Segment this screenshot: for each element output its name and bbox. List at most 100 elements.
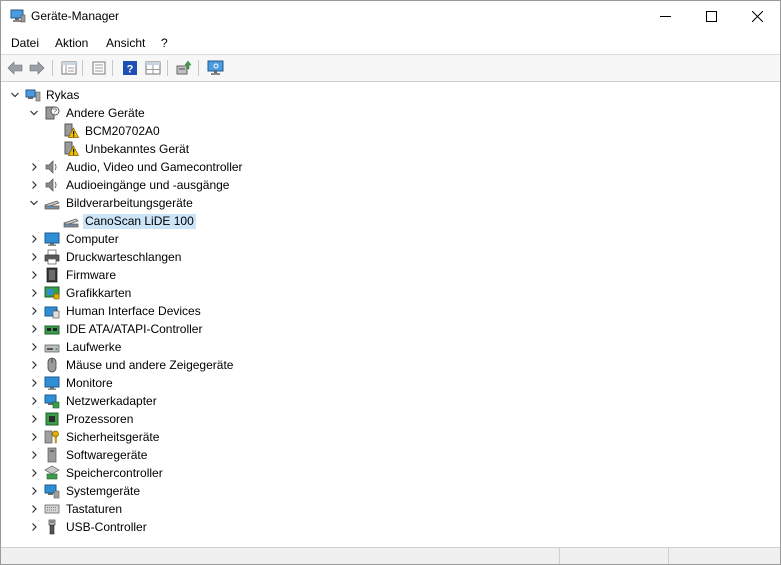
back-button[interactable] xyxy=(5,59,25,77)
chevron-right-icon[interactable] xyxy=(28,359,40,371)
update-driver-button[interactable] xyxy=(174,59,194,77)
tree-category-item[interactable]: Mäuse und andere Zeigegeräte xyxy=(2,356,779,374)
grid-view-button[interactable] xyxy=(143,59,163,77)
tree-device-item[interactable]: Unbekanntes Gerät xyxy=(2,140,779,158)
software-device-icon xyxy=(47,447,57,463)
tree-category-item[interactable]: Laufwerke xyxy=(2,338,779,356)
device-tree[interactable]: Rykas ? Andere Geräte BCM20702A0 Unbekannte… xyxy=(2,83,779,546)
scanner-icon xyxy=(63,218,79,228)
tree-category-item[interactable]: Grafikkarten xyxy=(2,284,779,302)
tree-item-label: Unbekanntes Gerät xyxy=(85,142,190,156)
menu-aktion[interactable]: Aktion xyxy=(55,36,88,50)
tree-device-item[interactable]: BCM20702A0 xyxy=(2,122,779,140)
tree-item-label: IDE ATA/ATAPI-Controller xyxy=(66,322,203,336)
chevron-right-icon[interactable] xyxy=(28,161,40,173)
tree-root[interactable]: Rykas xyxy=(2,86,779,104)
network-icon xyxy=(44,394,60,409)
forward-button[interactable] xyxy=(27,59,47,77)
drive-icon xyxy=(44,344,60,353)
window-title: Geräte-Manager xyxy=(31,9,120,23)
chevron-right-icon[interactable] xyxy=(28,413,40,425)
system-device-icon xyxy=(44,484,60,499)
warning-device-icon xyxy=(64,141,79,156)
title-bar[interactable]: Geräte-Manager xyxy=(1,1,780,32)
chevron-down-icon[interactable] xyxy=(9,89,21,101)
update-driver-icon xyxy=(176,60,192,75)
tree-category-item[interactable]: Softwaregeräte xyxy=(2,446,779,464)
chevron-right-icon[interactable] xyxy=(28,287,40,299)
menu-hilfe[interactable]: ? xyxy=(161,36,168,50)
tree-category-item[interactable]: Audioeingänge und -ausgänge xyxy=(2,176,779,194)
chevron-right-icon[interactable] xyxy=(28,323,40,335)
tree-category-item[interactable]: Computer xyxy=(2,230,779,248)
chevron-right-icon[interactable] xyxy=(28,449,40,461)
chevron-right-icon[interactable] xyxy=(28,521,40,533)
chevron-right-icon[interactable] xyxy=(28,341,40,353)
tree-category-item[interactable]: Monitore xyxy=(2,374,779,392)
chevron-right-icon[interactable] xyxy=(28,269,40,281)
svg-text:?: ? xyxy=(53,109,57,116)
maximize-button[interactable] xyxy=(688,1,734,32)
toolbar-separator xyxy=(167,60,168,76)
computer-root-icon xyxy=(25,89,41,102)
tree-category-item[interactable]: Tastaturen xyxy=(2,500,779,518)
tree-category-item[interactable]: Systemgeräte xyxy=(2,482,779,500)
tree-category-item[interactable]: IDE ATA/ATAPI-Controller xyxy=(2,320,779,338)
tree-device-item[interactable]: CanoScan LiDE 100 xyxy=(2,212,779,230)
scan-hardware-button[interactable] xyxy=(206,59,226,77)
chevron-right-icon[interactable] xyxy=(28,179,40,191)
storage-controller-icon xyxy=(44,465,60,480)
chevron-right-icon[interactable] xyxy=(28,233,40,245)
chevron-right-icon[interactable] xyxy=(28,467,40,479)
forward-icon xyxy=(29,61,45,75)
tree-category-item[interactable]: Audio, Video und Gamecontroller xyxy=(2,158,779,176)
minimize-button[interactable] xyxy=(642,1,688,32)
status-cell xyxy=(668,548,780,564)
tree-category-item[interactable]: Druckwarteschlangen xyxy=(2,248,779,266)
close-icon xyxy=(751,11,763,22)
tree-item-label: Mäuse und andere Zeigegeräte xyxy=(66,358,234,372)
chevron-right-icon[interactable] xyxy=(28,431,40,443)
tree-category-item[interactable]: Prozessoren xyxy=(2,410,779,428)
list-view-button[interactable] xyxy=(89,59,109,77)
menu-datei[interactable]: Datei xyxy=(11,36,39,50)
tree-category-item[interactable]: Human Interface Devices xyxy=(2,302,779,320)
close-button[interactable] xyxy=(734,1,780,32)
chevron-right-icon[interactable] xyxy=(28,503,40,515)
chevron-down-icon[interactable] xyxy=(28,107,40,119)
monitor-icon xyxy=(44,232,60,246)
tree-item-label: Laufwerke xyxy=(66,340,122,354)
help-icon: ? xyxy=(123,61,137,76)
usb-icon xyxy=(48,519,56,535)
scanner-icon xyxy=(44,200,60,210)
grid-view-icon xyxy=(145,61,161,75)
menu-ansicht[interactable]: Ansicht xyxy=(106,36,145,50)
tree-category-item[interactable]: Firmware xyxy=(2,266,779,284)
toolbar-separator xyxy=(198,60,199,76)
tree-category-item[interactable]: Sicherheitsgeräte xyxy=(2,428,779,446)
tree-category-item[interactable]: Speichercontroller xyxy=(2,464,779,482)
tree-item-label: Tastaturen xyxy=(66,502,123,516)
chevron-right-icon[interactable] xyxy=(28,377,40,389)
chevron-right-icon[interactable] xyxy=(28,251,40,263)
help-button[interactable]: ? xyxy=(120,59,140,77)
status-cell xyxy=(559,548,668,564)
tree-category-item[interactable]: USB-Controller xyxy=(2,518,779,536)
chevron-right-icon[interactable] xyxy=(28,485,40,497)
tree-item-label: CanoScan LiDE 100 xyxy=(83,214,196,229)
keyboard-icon xyxy=(44,504,60,514)
tree-category-item[interactable]: Bildverarbeitungsgeräte xyxy=(2,194,779,212)
device-manager-window: Geräte-Manager Datei Aktion Ansicht ? ? … xyxy=(0,0,781,565)
chevron-down-icon[interactable] xyxy=(28,197,40,209)
tree-category-item[interactable]: Netzwerkadapter xyxy=(2,392,779,410)
hid-icon xyxy=(44,306,60,319)
tree-category-item[interactable]: ? Andere Geräte xyxy=(2,104,779,122)
chevron-right-icon[interactable] xyxy=(28,395,40,407)
tree-item-label: Audioeingänge und -ausgänge xyxy=(66,178,230,192)
properties-view-button[interactable] xyxy=(59,59,79,77)
tree-item-label: Andere Geräte xyxy=(66,106,145,120)
mouse-icon xyxy=(47,357,57,373)
tree-item-label: Sicherheitsgeräte xyxy=(66,430,160,444)
security-key-icon xyxy=(44,430,59,444)
chevron-right-icon[interactable] xyxy=(28,305,40,317)
